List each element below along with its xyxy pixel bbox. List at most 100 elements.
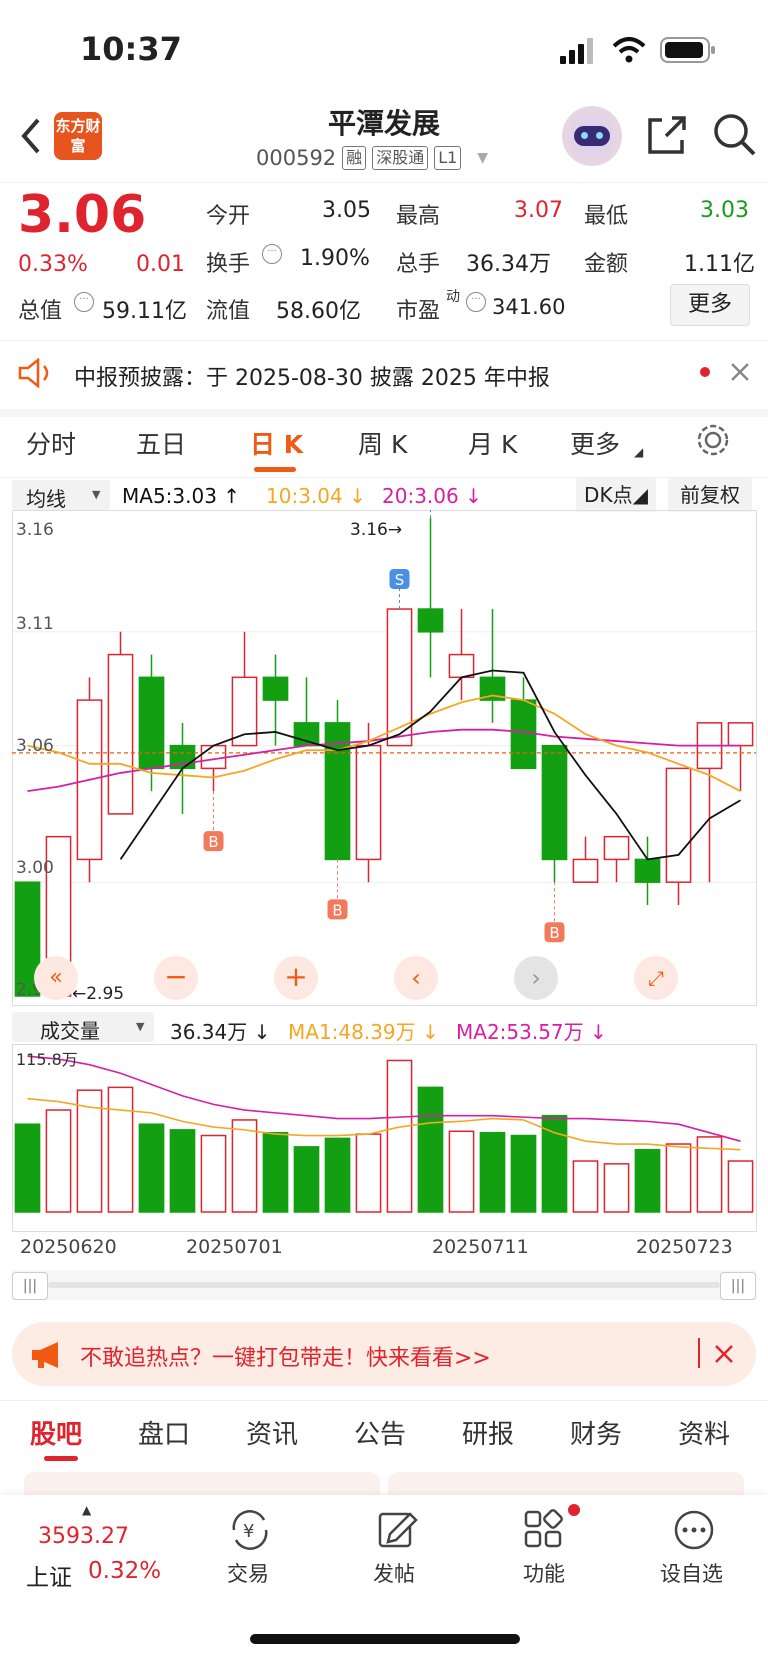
volume-bar <box>479 1131 506 1213</box>
info-dots-icon[interactable]: ··· <box>74 292 94 312</box>
change-percent: 0.33% <box>18 252 88 277</box>
more-icon[interactable] <box>672 1508 716 1552</box>
watchlist-label[interactable]: 设自选 <box>660 1558 723 1588</box>
zoom-out-button[interactable]: − <box>154 956 198 1000</box>
high-marker: 3.16→ <box>350 520 403 540</box>
notice-text: 中报预披露：于 2025-08-30 披露 2025 年中报 <box>74 366 550 391</box>
indicator-select-value: 均线 <box>26 487 66 511</box>
gear-icon[interactable] <box>694 421 732 459</box>
tab-research[interactable]: 研报 <box>462 1414 514 1451</box>
volume-bar <box>14 1123 41 1213</box>
index-percent[interactable]: 0.32% <box>88 1558 161 1584</box>
volume-bar <box>665 1143 692 1213</box>
turnover-value: 1.90% <box>300 246 370 271</box>
ma10-line <box>27 694 741 792</box>
range-slider[interactable]: ||| ||| <box>12 1270 756 1300</box>
tab-finance[interactable]: 财务 <box>570 1414 622 1451</box>
candle <box>200 744 227 770</box>
speaker-icon <box>18 358 49 388</box>
dk-point-button[interactable]: DK点◢ <box>576 478 656 512</box>
period-tabs: 分时 五日 日 K 周 K 月 K 更多 ◢ <box>0 407 768 478</box>
open-value: 3.05 <box>322 198 371 223</box>
kline-chart[interactable]: BBSSB <box>12 510 756 1006</box>
low-label: 最低 <box>584 204 629 229</box>
info-dots-icon[interactable]: ··· <box>466 292 486 312</box>
range-handle-right[interactable]: ||| <box>720 1272 756 1300</box>
volume-indicator-select[interactable]: 成交量 ▼ <box>12 1012 154 1043</box>
index-name[interactable]: 上证 <box>26 1558 72 1592</box>
indicator-select[interactable]: 均线 ▼ <box>12 480 110 511</box>
caret-down-icon: ▼ <box>136 1020 145 1033</box>
close-icon[interactable] <box>714 1344 734 1364</box>
adjust-button[interactable]: 前复权 <box>668 478 752 512</box>
tab-intraday[interactable]: 分时 <box>26 425 76 461</box>
tab-more[interactable]: 更多 <box>570 425 620 461</box>
tag-connect: 深股通 <box>372 146 429 170</box>
zoom-in-button[interactable]: + <box>274 956 318 1000</box>
more-button[interactable]: 更多 <box>670 284 750 326</box>
home-indicator <box>250 1634 520 1644</box>
x-label-2: 20250701 <box>186 1236 283 1258</box>
float-cap-label: 流值 <box>206 299 251 324</box>
high-value: 3.07 <box>514 198 563 223</box>
low-marker: ←2.95 <box>72 984 125 1004</box>
pe-dynamic-mark: 动 <box>446 289 460 305</box>
step-right-button[interactable]: › <box>514 956 558 1000</box>
marker-label: B <box>549 924 559 942</box>
marker-label: S <box>395 571 405 589</box>
scroll-left-fast-button[interactable]: « <box>34 956 78 1000</box>
unread-dot <box>700 367 710 377</box>
candle <box>231 676 258 747</box>
function-label[interactable]: 功能 <box>523 1558 565 1588</box>
range-handle-left[interactable]: ||| <box>12 1272 48 1300</box>
volume-bar <box>169 1129 196 1213</box>
tab-five-day[interactable]: 五日 <box>136 425 186 461</box>
x-label-3: 20250711 <box>432 1236 529 1258</box>
trade-label[interactable]: 交易 <box>227 1558 269 1588</box>
post-label[interactable]: 发帖 <box>373 1558 415 1588</box>
x-label-1: 20250620 <box>20 1236 117 1258</box>
wifi-icon <box>612 37 646 63</box>
candle <box>293 722 320 747</box>
tab-news[interactable]: 资讯 <box>246 1414 298 1451</box>
amount-value: 1.11亿 <box>684 252 755 277</box>
candle <box>665 767 692 883</box>
volume-axis-max: 115.8万 <box>16 1050 78 1069</box>
x-label-4: 20250723 <box>636 1236 733 1258</box>
share-icon[interactable] <box>646 114 688 156</box>
close-icon[interactable] <box>730 362 750 382</box>
promo-text: 不敢追热点？一键打包带走！快来看看>> <box>80 1346 491 1371</box>
fullscreen-icon[interactable]: ⤢ <box>634 956 678 1000</box>
tab-weekly-k[interactable]: 周 K <box>358 425 407 461</box>
tab-orderbook[interactable]: 盘口 <box>138 1414 190 1451</box>
volume-bar <box>262 1131 289 1213</box>
tab-forum[interactable]: 股吧 <box>30 1414 82 1451</box>
yen-exchange-icon[interactable]: ¥ <box>228 1508 272 1552</box>
ma5-value: MA5:3.03 ↑ <box>122 484 241 508</box>
candle <box>107 653 134 815</box>
status-time: 10:37 <box>80 30 182 68</box>
tab-daily-k[interactable]: 日 K <box>250 425 303 461</box>
edit-icon[interactable] <box>376 1508 420 1552</box>
assistant-robot-icon[interactable] <box>562 106 622 166</box>
tab-monthly-k[interactable]: 月 K <box>468 425 517 461</box>
ma20-line <box>27 728 741 793</box>
step-left-button[interactable]: ‹ <box>394 956 438 1000</box>
info-dots-icon[interactable]: ··· <box>262 244 282 264</box>
tag-level: L1 <box>434 146 462 170</box>
tab-announcements[interactable]: 公告 <box>354 1414 406 1451</box>
search-icon[interactable] <box>712 112 758 158</box>
tab-profile[interactable]: 资料 <box>678 1414 730 1451</box>
volume-bar <box>355 1133 382 1213</box>
index-value[interactable]: 3593.27 <box>38 1524 129 1549</box>
volume-bar <box>293 1146 320 1213</box>
range-track <box>48 1282 720 1288</box>
volume-bar <box>107 1086 134 1213</box>
y-label-3.16: 3.16 <box>16 520 54 540</box>
megaphone-icon <box>32 1342 58 1368</box>
active-tab-indicator <box>254 467 296 472</box>
grid-icon[interactable] <box>522 1508 566 1552</box>
volume-bar <box>727 1160 754 1213</box>
stock-code-row[interactable]: 000592 融 深股通 L1 ▼ <box>256 146 488 170</box>
y-label-3.06: 3.06 <box>16 736 54 756</box>
